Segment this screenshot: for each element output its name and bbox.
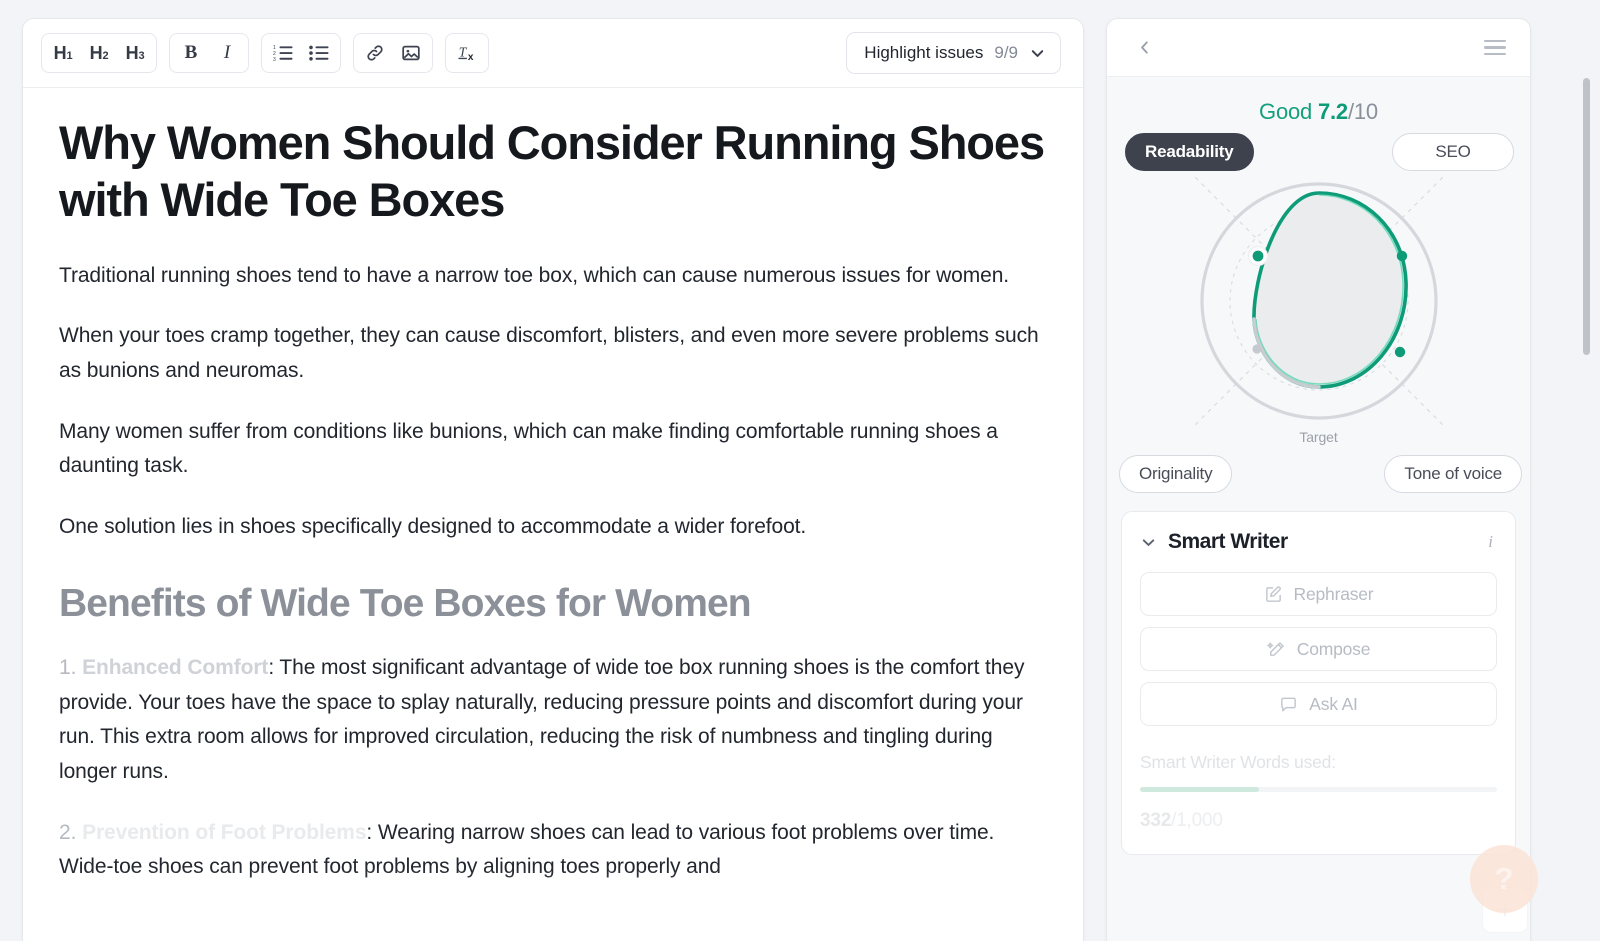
page-scrollbar-track[interactable] <box>1582 78 1592 858</box>
metric-pill-label: SEO <box>1435 142 1470 162</box>
heading-1-label: H <box>54 43 67 64</box>
metric-pill-tone-of-voice[interactable]: Tone of voice <box>1384 455 1522 493</box>
heading-3-label: H <box>126 43 139 64</box>
metric-pill-label: Originality <box>1139 464 1212 484</box>
document-list-item: 2. Prevention of Foot Problems: Wearing … <box>59 816 1047 885</box>
svg-text:T: T <box>459 45 468 60</box>
usage-used: 332 <box>1140 810 1171 831</box>
toolbar-group-clear-format: T x <box>445 33 489 73</box>
document-paragraph: Traditional running shoes tend to have a… <box>59 259 1047 294</box>
smart-writer-title: Smart Writer <box>1168 530 1484 554</box>
ask-ai-label: Ask AI <box>1309 694 1357 715</box>
chevron-down-icon <box>1029 45 1046 62</box>
smart-writer-card: Smart Writer i Rephraser <box>1121 511 1516 855</box>
toolbar-group-text-style: B I <box>169 33 249 73</box>
highlight-issues-select[interactable]: Highlight issues 9/9 <box>846 32 1061 74</box>
pencil-square-icon <box>1264 585 1283 604</box>
heading-2-level: 2 <box>102 50 108 62</box>
clear-formatting-icon: T x <box>456 43 478 63</box>
ordered-list-button[interactable]: 1 2 3 <box>265 36 301 70</box>
bullet-list-icon <box>309 44 329 62</box>
list-item-term: Enhanced Comfort <box>82 656 268 679</box>
metric-pill-label: Tone of voice <box>1404 464 1502 484</box>
toolbar-group-headings: H1 H2 H3 <box>41 33 157 73</box>
list-item-number: 1. <box>59 656 76 679</box>
insert-link-button[interactable] <box>357 36 393 70</box>
heading-2-label: H <box>90 43 103 64</box>
insert-image-button[interactable] <box>393 36 429 70</box>
rephraser-label: Rephraser <box>1294 584 1374 605</box>
panel-header <box>1107 19 1530 77</box>
analysis-panel: Good 7.2/10 <box>1106 18 1531 941</box>
document-body[interactable]: Why Women Should Consider Running Shoes … <box>23 88 1083 941</box>
analysis-panel-wrapper: Good 7.2/10 <box>1106 18 1556 941</box>
heading-3-button[interactable]: H3 <box>117 36 153 70</box>
smart-writer-usage-bar <box>1140 787 1497 792</box>
radar-point-tone[interactable] <box>1394 347 1404 357</box>
help-button[interactable]: ? <box>1470 845 1538 913</box>
smart-writer-usage-bar-fill <box>1140 787 1259 792</box>
radar-target-label: Target <box>1299 429 1337 445</box>
app-root: H1 H2 H3 B I 1 2 3 <box>0 0 1600 941</box>
link-icon <box>365 43 385 63</box>
document-list-item: 1. Enhanced Comfort: The most significan… <box>59 651 1047 790</box>
collapse-panel-button[interactable] <box>1129 33 1159 63</box>
chevron-left-icon <box>1136 39 1153 56</box>
score-max: /10 <box>1348 99 1378 124</box>
metrics-radar-chart: Target Readability SEO Originality Tone … <box>1107 133 1530 493</box>
document-heading-2: Benefits of Wide Toe Boxes for Women <box>59 579 1047 630</box>
heading-1-button[interactable]: H1 <box>45 36 81 70</box>
svg-text:3: 3 <box>273 57 276 62</box>
magic-wand-icon <box>1267 640 1286 659</box>
smart-writer-usage-count: 332/1,000 <box>1140 810 1497 832</box>
heading-2-button[interactable]: H2 <box>81 36 117 70</box>
metric-pill-originality[interactable]: Originality <box>1119 455 1232 493</box>
highlight-issues-label: Highlight issues <box>864 43 983 63</box>
highlight-issues-count: 9/9 <box>994 43 1018 63</box>
smart-writer-header: Smart Writer i <box>1140 530 1497 554</box>
editor-toolbar: H1 H2 H3 B I 1 2 3 <box>23 19 1083 88</box>
metric-pill-seo[interactable]: SEO <box>1392 133 1514 171</box>
svg-text:x: x <box>468 52 474 63</box>
italic-button[interactable]: I <box>209 36 245 70</box>
clear-formatting-button[interactable]: T x <box>449 36 485 70</box>
ordered-list-icon: 1 2 3 <box>273 44 293 62</box>
compose-label: Compose <box>1297 639 1371 660</box>
heading-1-level: 1 <box>66 50 72 62</box>
metric-pill-readability[interactable]: Readability <box>1125 133 1254 171</box>
radar-point-originality[interactable] <box>1252 344 1261 353</box>
chevron-down-icon[interactable] <box>1140 534 1157 551</box>
info-icon[interactable]: i <box>1484 532 1497 552</box>
score-quality-label: Good <box>1259 99 1312 124</box>
document-paragraph: One solution lies in shoes specifically … <box>59 510 1047 545</box>
bullet-list-button[interactable] <box>301 36 337 70</box>
document-paragraph: When your toes cramp together, they can … <box>59 319 1047 388</box>
ask-ai-button[interactable]: Ask AI <box>1140 682 1497 726</box>
document-title: Why Women Should Consider Running Shoes … <box>59 114 1047 229</box>
editor-card: H1 H2 H3 B I 1 2 3 <box>22 18 1084 941</box>
list-item-number: 2. <box>59 821 76 844</box>
list-item-term: Prevention of Foot Problems <box>82 821 366 844</box>
score-value: 7.2 <box>1318 99 1348 124</box>
document-paragraph: Many women suffer from conditions like b… <box>59 415 1047 484</box>
chat-bubble-icon <box>1279 695 1298 714</box>
panel-menu-button[interactable] <box>1480 33 1510 63</box>
bold-button[interactable]: B <box>173 36 209 70</box>
radar-svg <box>1154 151 1484 451</box>
hamburger-menu-icon <box>1484 40 1506 56</box>
smart-writer-usage-label: Smart Writer Words used: <box>1140 752 1497 773</box>
image-icon <box>401 43 421 63</box>
toolbar-group-insert <box>353 33 433 73</box>
metric-pill-label: Readability <box>1145 142 1234 162</box>
rephraser-button[interactable]: Rephraser <box>1140 572 1497 616</box>
content-score: Good 7.2/10 <box>1107 77 1530 129</box>
page-scrollbar-thumb[interactable] <box>1583 78 1590 355</box>
radar-point-readability[interactable] <box>1252 251 1263 262</box>
radar-point-seo[interactable] <box>1396 251 1406 261</box>
compose-button[interactable]: Compose <box>1140 627 1497 671</box>
toolbar-group-lists: 1 2 3 <box>261 33 341 73</box>
heading-3-level: 3 <box>138 50 144 62</box>
usage-total: /1,000 <box>1171 810 1223 831</box>
